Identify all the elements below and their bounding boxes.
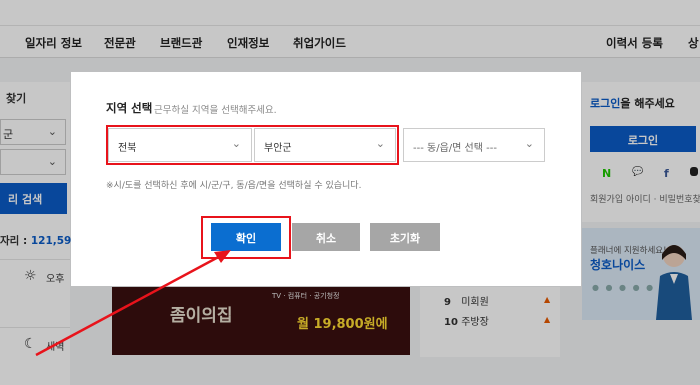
town-select[interactable]: --- 동/읍/면 선택 --- ⌄ [403, 128, 545, 162]
highlight-box-confirm [201, 216, 291, 259]
modal-title: 지역 선택 [106, 101, 153, 115]
cancel-button[interactable]: 취소 [292, 223, 360, 251]
modal-note: ※시/도를 선택하신 후에 시/군/구, 동/읍/면을 선택하실 수 있습니다. [106, 181, 362, 191]
highlight-box-selects [106, 125, 399, 165]
chevron-down-icon: ⌄ [524, 137, 534, 150]
reset-button[interactable]: 초기화 [370, 223, 440, 251]
region-select-modal: 지역 선택 근무하실 지역을 선택해주세요. 전북 ⌄ 부안군 ⌄ --- 동/… [71, 72, 581, 286]
town-select-placeholder: --- 동/읍/면 선택 --- [413, 143, 497, 154]
modal-description: 근무하실 지역을 선택해주세요. [154, 105, 277, 116]
